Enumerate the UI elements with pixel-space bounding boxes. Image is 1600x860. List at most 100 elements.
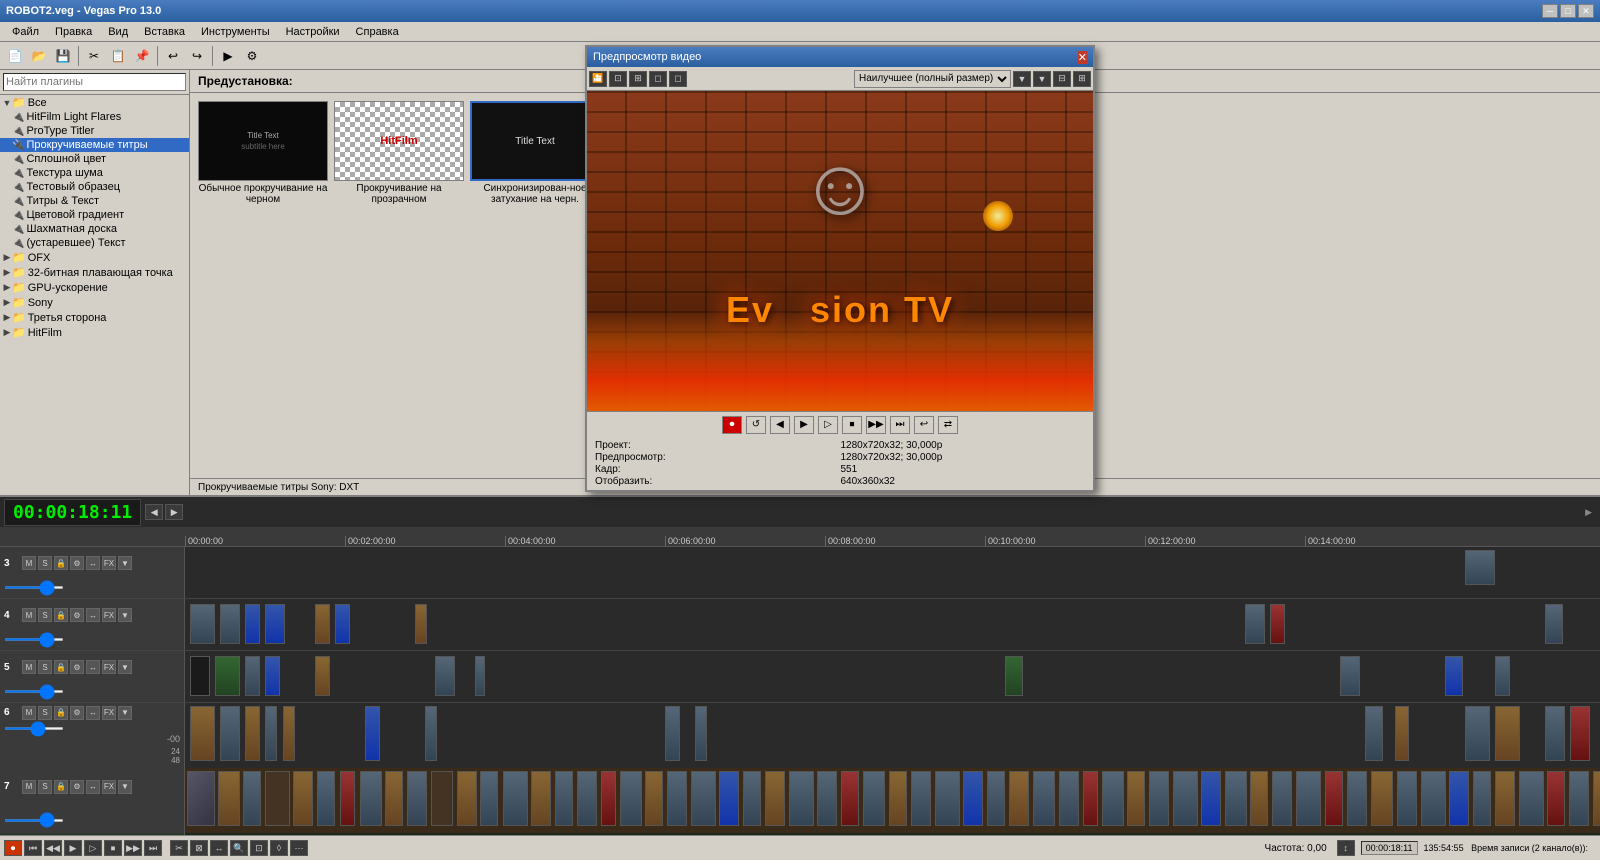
tree-item-titles[interactable]: 🔌 Титры & Текст bbox=[0, 194, 189, 208]
clip-7-18[interactable] bbox=[601, 771, 616, 826]
track-3-volume[interactable] bbox=[4, 586, 64, 589]
stop-btn[interactable]: ⏹ bbox=[842, 416, 862, 434]
tree-folder-hitfilm[interactable]: ▶ 📁 HitFilm bbox=[0, 325, 189, 340]
track-7-volume[interactable] bbox=[4, 819, 64, 822]
clip-7-36[interactable] bbox=[1033, 771, 1055, 826]
track-7-fx[interactable]: FX bbox=[102, 780, 116, 794]
clip-4-10[interactable] bbox=[1545, 604, 1563, 644]
preview-close[interactable]: ✕ bbox=[1078, 51, 1087, 64]
loop-btn[interactable]: ↩ bbox=[914, 416, 934, 434]
menu-insert[interactable]: Вставка bbox=[136, 24, 193, 40]
track-3-motion[interactable]: ↔ bbox=[86, 556, 100, 570]
track-6-motion[interactable]: ↔ bbox=[86, 706, 100, 720]
clip-7-23[interactable] bbox=[719, 771, 739, 826]
track-7-motion[interactable]: ↔ bbox=[86, 780, 100, 794]
tree-item-noise[interactable]: 🔌 Текстура шума bbox=[0, 166, 189, 180]
clip-7-22[interactable] bbox=[691, 771, 716, 826]
tl-razor-btn[interactable]: ⊠ bbox=[190, 840, 208, 856]
tree-expand-32bit[interactable]: ▶ bbox=[2, 267, 12, 278]
prev-split-btn[interactable]: ⊟ bbox=[1053, 71, 1071, 87]
track-5-fx[interactable]: FX bbox=[102, 660, 116, 674]
track-3-fx[interactable]: FX bbox=[102, 556, 116, 570]
clip-4-9[interactable] bbox=[1270, 604, 1285, 644]
tree-item-legacy[interactable]: 🔌 (устаревшее) Текст bbox=[0, 236, 189, 250]
tl-play-loop-btn[interactable]: ▷ bbox=[84, 840, 102, 856]
clip-7-10[interactable] bbox=[407, 771, 427, 826]
clip-7-50[interactable] bbox=[1371, 771, 1393, 826]
clip-7-49[interactable] bbox=[1347, 771, 1367, 826]
clip-6-7[interactable] bbox=[425, 706, 437, 761]
tl-edit-btn[interactable]: ✂ bbox=[170, 840, 188, 856]
menu-help[interactable]: Справка bbox=[348, 24, 407, 40]
tree-item-protype[interactable]: 🔌 ProType Titler bbox=[0, 124, 189, 138]
tl-next-frame-btn[interactable]: ▶▶ bbox=[124, 840, 142, 856]
prev-btn-7[interactable]: ▼ bbox=[1033, 71, 1051, 87]
clip-6-6[interactable] bbox=[365, 706, 380, 761]
tree-expand-ofx[interactable]: ▶ bbox=[2, 252, 12, 263]
track-4-volume[interactable] bbox=[4, 638, 64, 641]
clip-7-15[interactable] bbox=[531, 771, 551, 826]
prev-btn-2[interactable]: ⊡ bbox=[609, 71, 627, 87]
clip-6-4[interactable] bbox=[265, 706, 277, 761]
tree-expand-gpu[interactable]: ▶ bbox=[2, 282, 12, 293]
menu-file[interactable]: Файл bbox=[4, 24, 47, 40]
clip-7-9[interactable] bbox=[385, 771, 403, 826]
prev-btn-5[interactable]: ◻ bbox=[669, 71, 687, 87]
tl-select-btn[interactable]: ↔ bbox=[210, 840, 228, 856]
clip-5-2[interactable] bbox=[215, 656, 240, 696]
tl-record-btn[interactable]: ⏺ bbox=[4, 840, 22, 856]
undo-button[interactable]: ↩ bbox=[162, 45, 184, 67]
clip-7-6[interactable] bbox=[317, 771, 335, 826]
play-loop-btn[interactable]: ▷ bbox=[818, 416, 838, 434]
clip-7-56[interactable] bbox=[1519, 771, 1544, 826]
track-4-solo[interactable]: S bbox=[38, 608, 52, 622]
clip-6-1[interactable] bbox=[190, 706, 215, 761]
clip-5-8[interactable] bbox=[1005, 656, 1023, 696]
track-3-solo[interactable]: S bbox=[38, 556, 52, 570]
clip-7-57[interactable] bbox=[1547, 771, 1565, 826]
clip-6-15[interactable] bbox=[1570, 706, 1590, 761]
clip-7-42[interactable] bbox=[1173, 771, 1198, 826]
tl-zoom-btn[interactable]: 🔍 bbox=[230, 840, 248, 856]
track-5-content[interactable] bbox=[185, 651, 1600, 702]
clip-5-10[interactable] bbox=[1445, 656, 1463, 696]
new-button[interactable]: 📄 bbox=[4, 45, 26, 67]
track-7-mute[interactable]: M bbox=[22, 780, 36, 794]
clip-7-58[interactable] bbox=[1569, 771, 1589, 826]
track-6-comp[interactable]: ▼ bbox=[118, 706, 132, 720]
track-5-mute[interactable]: M bbox=[22, 660, 36, 674]
track-4-fx[interactable]: FX bbox=[102, 608, 116, 622]
tl-play-btn[interactable]: ▶ bbox=[64, 840, 82, 856]
clip-6-10[interactable] bbox=[1365, 706, 1383, 761]
menu-tools[interactable]: Инструменты bbox=[193, 24, 278, 40]
clip-6-8[interactable] bbox=[665, 706, 680, 761]
clip-7-41[interactable] bbox=[1149, 771, 1169, 826]
clip-7-17[interactable] bbox=[577, 771, 597, 826]
clip-4-8[interactable] bbox=[1245, 604, 1265, 644]
track-4-content[interactable] bbox=[185, 599, 1600, 650]
clip-7-34[interactable] bbox=[987, 771, 1005, 826]
clip-6-13[interactable] bbox=[1495, 706, 1520, 761]
clip-7-37[interactable] bbox=[1059, 771, 1079, 826]
search-input[interactable] bbox=[3, 73, 186, 91]
redo-button[interactable]: ↪ bbox=[186, 45, 208, 67]
track-4-lock[interactable]: 🔒 bbox=[54, 608, 68, 622]
track-4-motion[interactable]: ↔ bbox=[86, 608, 100, 622]
clip-7-1[interactable] bbox=[187, 771, 215, 826]
tl-freq-arrow[interactable]: ↕ bbox=[1337, 840, 1355, 856]
end-btn[interactable]: ⏭ bbox=[890, 416, 910, 434]
preview-quality-select[interactable]: Наилучшее (полный размер) bbox=[854, 70, 1011, 88]
tl-rewind-btn[interactable]: ⏮ bbox=[24, 840, 42, 856]
clip-4-5[interactable] bbox=[315, 604, 330, 644]
clip-7-45[interactable] bbox=[1250, 771, 1268, 826]
prev-full-btn[interactable]: ⊞ bbox=[1073, 71, 1091, 87]
clip-7-52[interactable] bbox=[1421, 771, 1446, 826]
tl-stop-btn[interactable]: ⏹ bbox=[104, 840, 122, 856]
clip-7-40[interactable] bbox=[1127, 771, 1145, 826]
shuffle-btn[interactable]: ⇄ bbox=[938, 416, 958, 434]
clip-6-5[interactable] bbox=[283, 706, 295, 761]
clip-7-8[interactable] bbox=[360, 771, 382, 826]
preset-item-1[interactable]: Title Textsubtitle here Обычное прокручи… bbox=[198, 101, 328, 470]
open-button[interactable]: 📂 bbox=[28, 45, 50, 67]
track-4-settings[interactable]: ⚙ bbox=[70, 608, 84, 622]
